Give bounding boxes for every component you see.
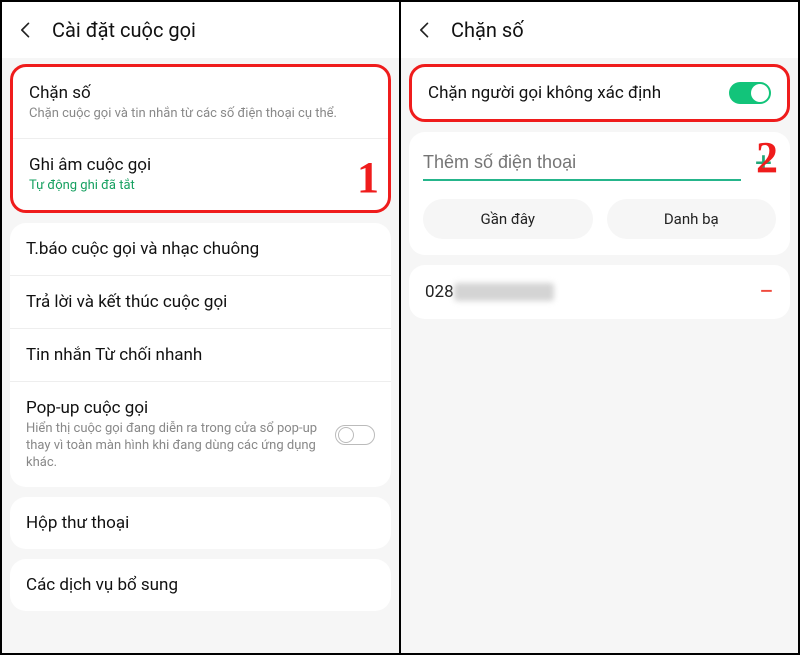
item-block-unknown[interactable]: Chặn người gọi không xác định (412, 67, 787, 119)
chip-recent[interactable]: Gần đây (423, 199, 593, 239)
item-title: Tin nhắn Từ chối nhanh (26, 344, 375, 366)
item-quick-decline[interactable]: Tin nhắn Từ chối nhanh (10, 329, 391, 382)
item-title: Trả lời và kết thúc cuộc gọi (26, 291, 375, 313)
blocked-number: 028 (425, 282, 554, 302)
item-subtitle: Tự động ghi đã tắt (29, 178, 372, 195)
item-title: Chặn số (29, 82, 372, 104)
toggle-block-unknown[interactable] (729, 82, 771, 104)
item-call-recording[interactable]: Ghi âm cuộc gọi Tự động ghi đã tắt (13, 139, 388, 210)
toggle-call-popup[interactable] (335, 425, 375, 445)
group-1: Chặn số Chặn cuộc gọi và tin nhắn từ các… (10, 64, 391, 213)
call-settings-screen: Cài đặt cuộc gọi Chặn số Chặn cuộc gọi v… (2, 2, 401, 653)
header: Chặn số (401, 2, 798, 58)
blocked-number-prefix: 028 (425, 282, 454, 302)
chip-contacts[interactable]: Danh bạ (607, 199, 777, 239)
phone-number-input[interactable] (423, 146, 741, 181)
redacted-number (454, 283, 554, 301)
blocked-number-row: 028 − (409, 265, 790, 319)
item-voicemail[interactable]: Hộp thư thoại (10, 497, 391, 549)
phone-input-row: + (409, 136, 790, 191)
item-title: T.báo cuộc gọi và nhạc chuông (26, 238, 375, 260)
item-call-popup[interactable]: Pop-up cuộc gọi Hiển thị cuộc gọi đang d… (10, 382, 391, 487)
chip-row: Gần đây Danh bạ (409, 191, 790, 255)
back-icon[interactable] (415, 20, 435, 40)
item-answer-end[interactable]: Trả lời và kết thúc cuộc gọi (10, 276, 391, 329)
page-title: Chặn số (451, 18, 524, 42)
item-subtitle: Hiển thị cuộc gọi đang diễn ra trong cửa… (26, 421, 375, 472)
dual-screenshot: Cài đặt cuộc gọi Chặn số Chặn cuộc gọi v… (0, 0, 800, 655)
item-title: Pop-up cuộc gọi (26, 397, 375, 419)
block-unknown-row-highlight: Chặn người gọi không xác định (409, 64, 790, 122)
group-4: Các dịch vụ bổ sung (10, 559, 391, 611)
remove-icon[interactable]: − (759, 279, 774, 305)
group-3: Hộp thư thoại (10, 497, 391, 549)
item-title: Hộp thư thoại (26, 512, 375, 534)
back-icon[interactable] (16, 20, 36, 40)
item-block-numbers[interactable]: Chặn số Chặn cuộc gọi và tin nhắn từ các… (13, 67, 388, 139)
header: Cài đặt cuộc gọi (2, 2, 399, 58)
item-title: Ghi âm cuộc gọi (29, 154, 372, 176)
item-title: Chặn người gọi không xác định (428, 82, 771, 104)
block-numbers-screen: Chặn số Chặn người gọi không xác định 2 … (401, 2, 798, 653)
page-title: Cài đặt cuộc gọi (52, 18, 196, 42)
add-icon[interactable]: + (751, 149, 776, 179)
item-supplementary-services[interactable]: Các dịch vụ bổ sung (10, 559, 391, 611)
item-subtitle: Chặn cuộc gọi và tin nhắn từ các số điện… (29, 106, 372, 123)
group-2: T.báo cuộc gọi và nhạc chuông Trả lời và… (10, 223, 391, 487)
add-number-card: + Gần đây Danh bạ (409, 132, 790, 255)
item-alerts-ringtones[interactable]: T.báo cuộc gọi và nhạc chuông (10, 223, 391, 276)
item-title: Các dịch vụ bổ sung (26, 574, 375, 596)
